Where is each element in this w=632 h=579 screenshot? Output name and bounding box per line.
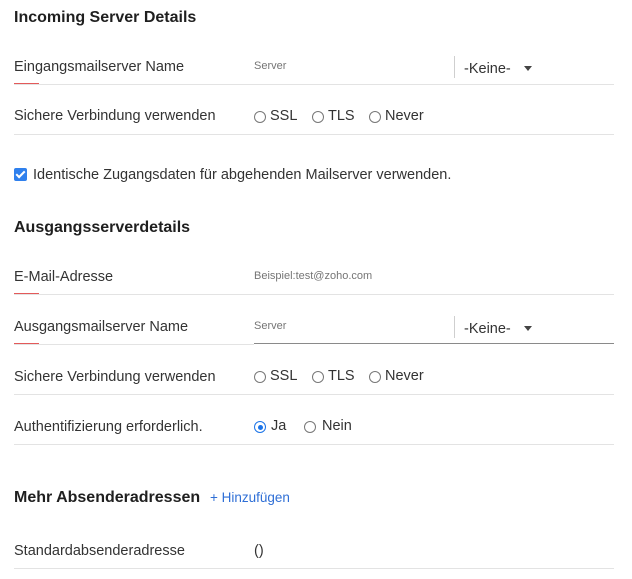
auth-no-label: Nein [322,418,352,434]
outgoing-never-radio[interactable] [369,371,381,383]
incoming-tls-radio[interactable] [312,111,324,123]
add-sender-link[interactable]: + Hinzufügen [210,490,290,505]
incoming-ssl-label: SSL [270,108,298,124]
auth-no-radio[interactable] [304,421,316,433]
outgoing-encryption-select[interactable]: -Keine- [455,316,535,340]
incoming-tls-label: TLS [328,108,355,124]
outgoing-server-input[interactable] [254,320,444,332]
divider [14,568,614,569]
default-sender-label: Standardabsenderadresse [14,543,185,559]
email-label: E-Mail-Adresse [14,269,114,285]
auth-yes-radio[interactable] [254,421,266,433]
divider [14,294,614,295]
incoming-secure-label: Sichere Verbindung verwenden [14,108,216,124]
outgoing-server-name-label: Ausgangsmailserver Name [14,319,189,335]
divider [14,84,614,85]
outgoing-ssl-radio[interactable] [254,371,266,383]
incoming-encryption-value: -Keine- [464,61,511,77]
outgoing-tls-label: TLS [328,368,355,384]
divider [14,134,614,135]
outgoing-section-title: Ausgangsserverdetails [14,219,191,236]
chevron-down-icon [524,66,532,71]
incoming-never-radio[interactable] [369,111,381,123]
chevron-down-icon [524,326,532,331]
outgoing-secure-label: Sichere Verbindung verwenden [14,369,216,385]
incoming-never-label: Never [385,108,424,124]
incoming-ssl-radio[interactable] [254,111,266,123]
outgoing-encryption-value: -Keine- [464,321,511,337]
divider [14,344,254,345]
divider [14,444,614,445]
auth-yes-label: Ja [271,418,287,434]
senders-section-title: Mehr Absenderadressen [14,489,201,506]
same-credentials-label: Identische Zugangsdaten für abgehenden M… [33,167,452,183]
divider [14,394,614,395]
incoming-encryption-select[interactable]: -Keine- [455,56,535,80]
auth-label: Authentifizierung erforderlich. [14,419,203,435]
email-input[interactable] [254,270,554,282]
outgoing-ssl-label: SSL [270,368,298,384]
outgoing-server-underline [254,343,614,344]
incoming-section-title: Incoming Server Details [14,9,197,26]
incoming-server-name-label: Eingangsmailserver Name [14,59,185,75]
outgoing-never-label: Never [385,368,424,384]
same-credentials-checkbox[interactable] [14,168,27,181]
outgoing-tls-radio[interactable] [312,371,324,383]
default-sender-value: () [254,543,264,559]
incoming-server-input[interactable] [254,60,444,72]
